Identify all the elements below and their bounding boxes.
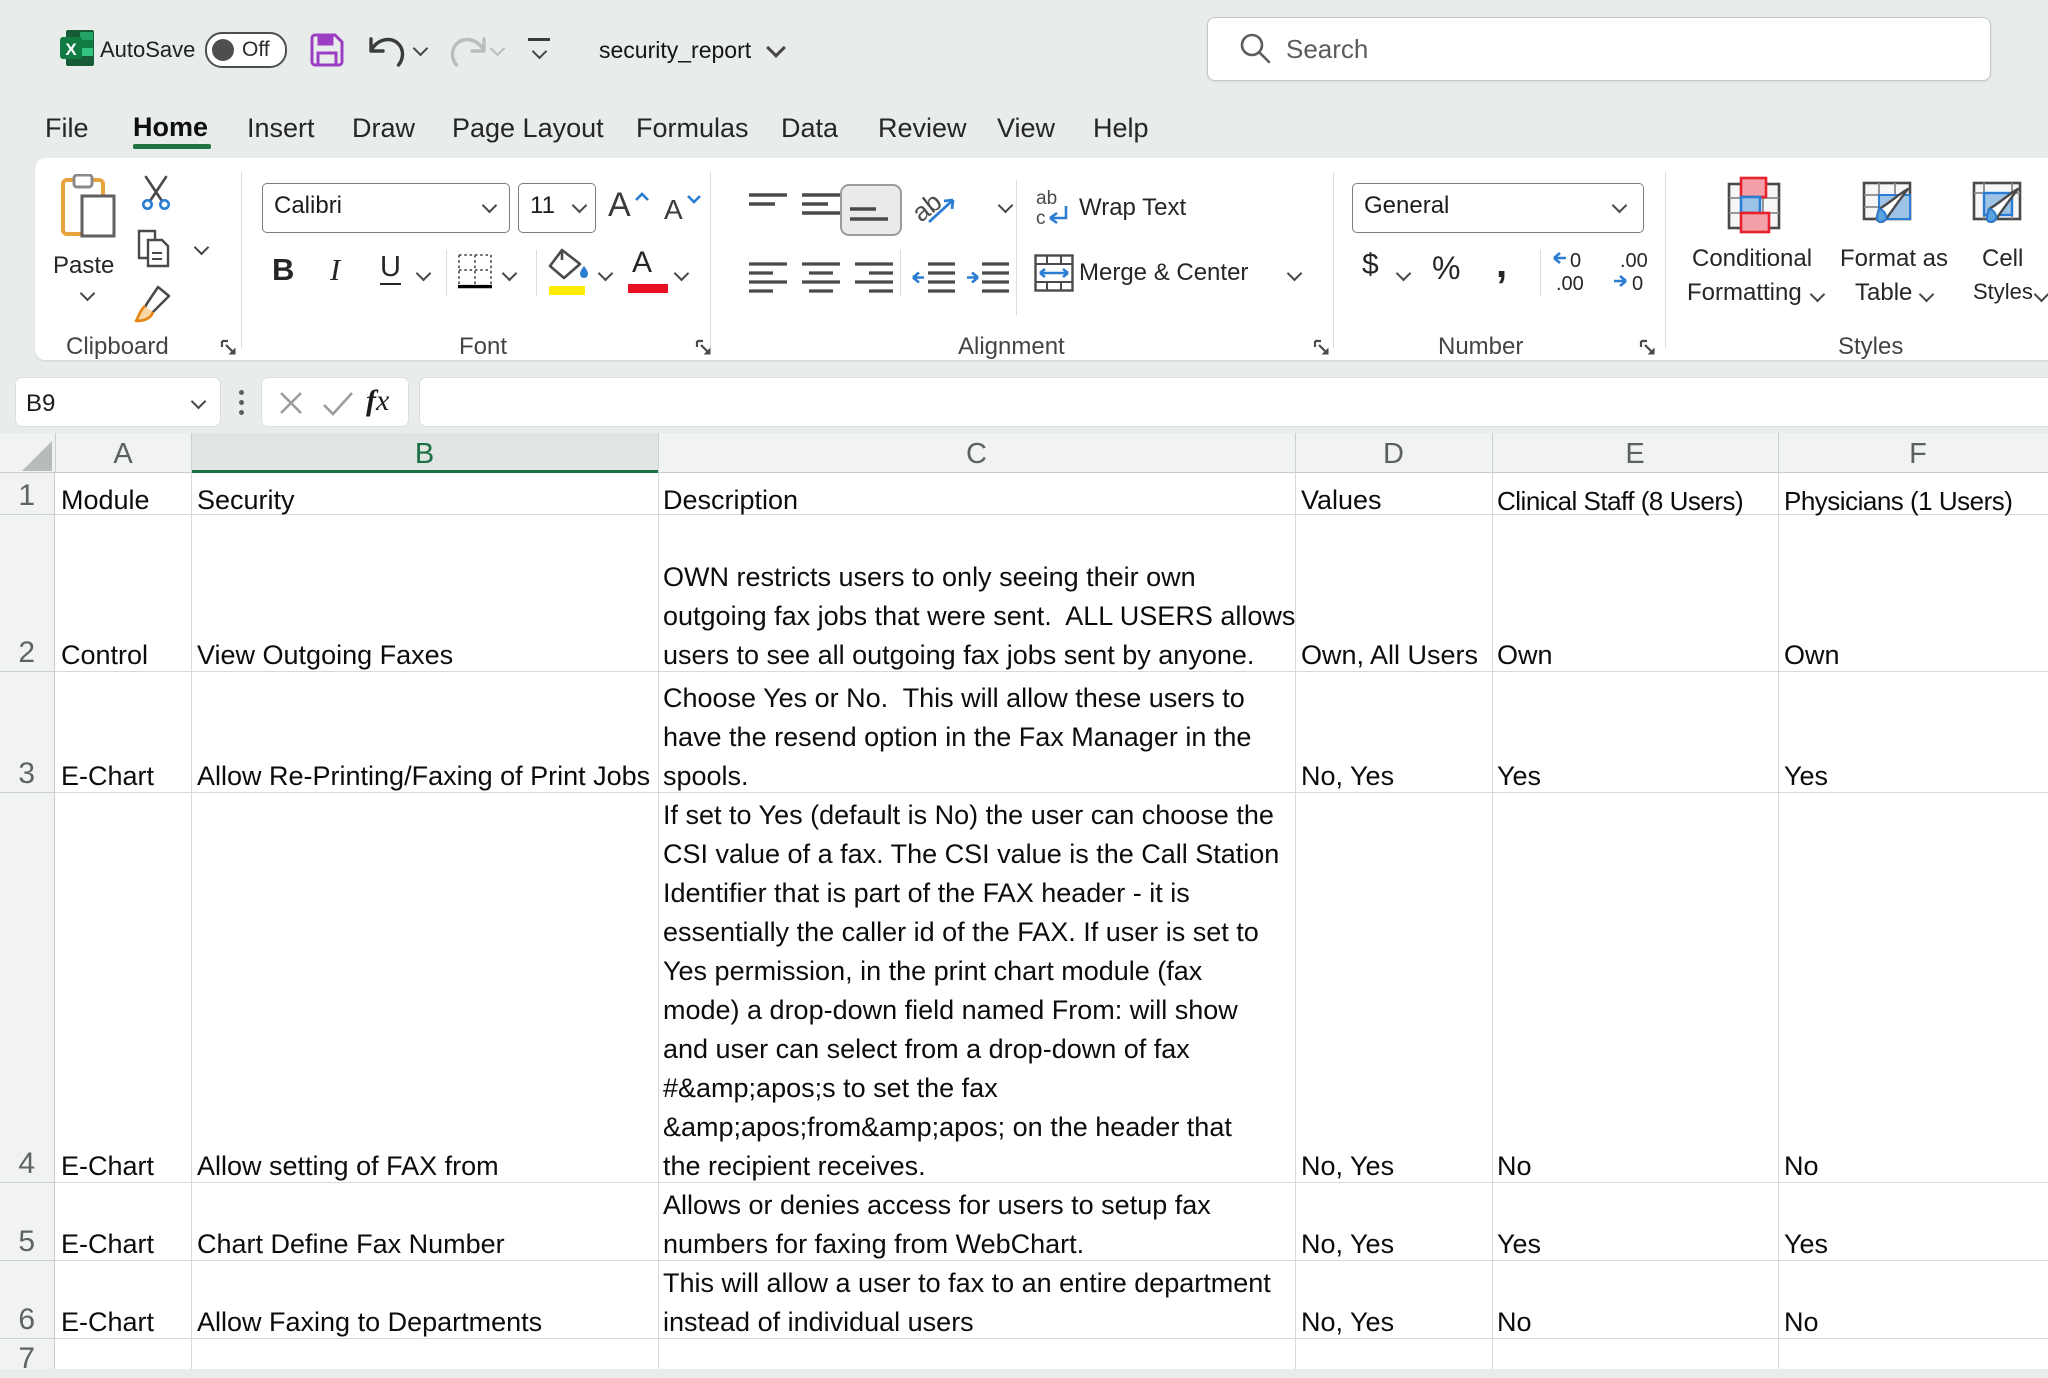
svg-text:0: 0 — [1632, 273, 1643, 294]
svg-text:.00: .00 — [1620, 250, 1648, 272]
svg-text:ab: ab — [1036, 188, 1057, 209]
svg-text:c: c — [1036, 208, 1046, 228]
svg-text:0: 0 — [1570, 250, 1581, 272]
svg-text:.00: .00 — [1556, 273, 1584, 294]
svg-text:X: X — [65, 40, 77, 59]
